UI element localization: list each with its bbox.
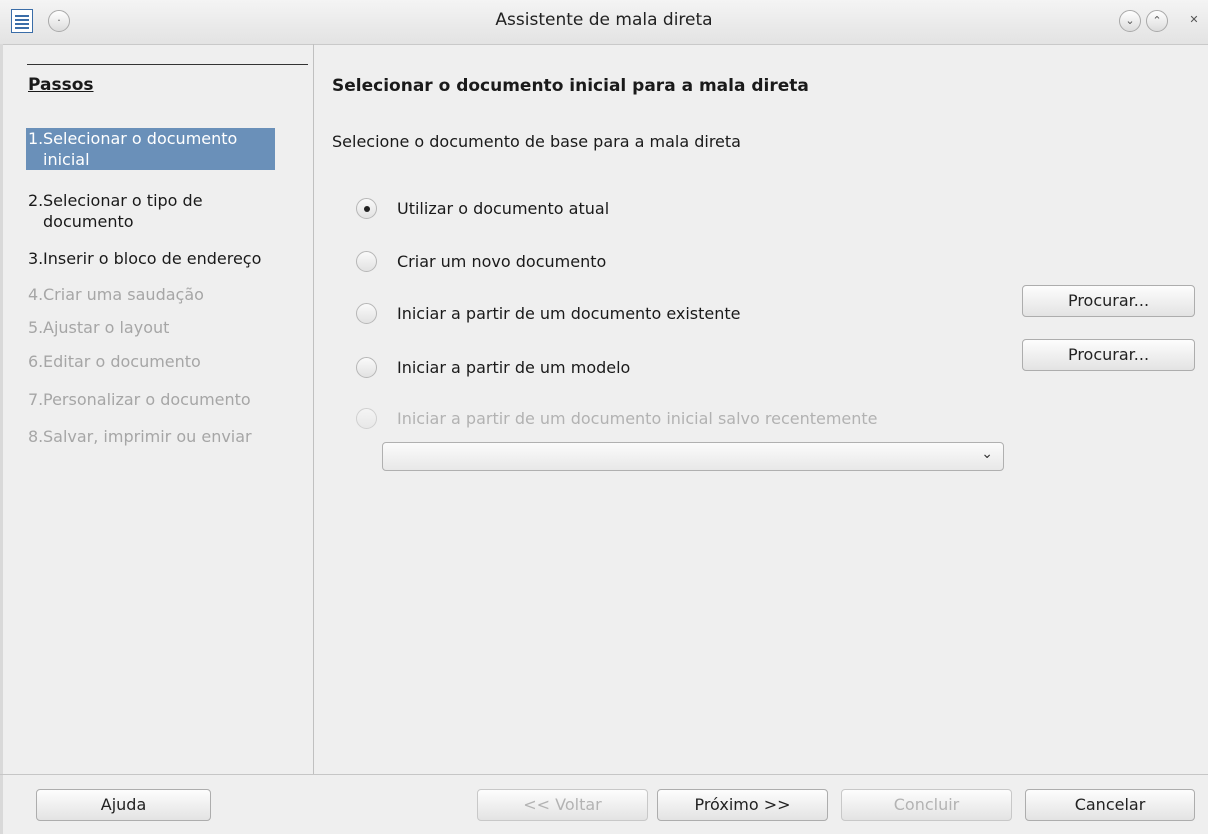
cancel-button[interactable]: Cancelar bbox=[1025, 789, 1195, 821]
page-title: Selecionar o documento inicial para a ma… bbox=[332, 76, 809, 96]
title-bar: · Assistente de mala direta ⌄ ⌃ ✕ bbox=[0, 0, 1208, 45]
option-existing-document[interactable]: Iniciar a partir de um documento existen… bbox=[356, 300, 741, 326]
finish-button[interactable]: Concluir bbox=[841, 789, 1012, 821]
step-number: 6. bbox=[28, 352, 44, 371]
option-current-document[interactable]: Utilizar o documento atual bbox=[356, 195, 609, 221]
step-item-5: 5. Ajustar o layout bbox=[28, 317, 280, 338]
radio-button[interactable] bbox=[356, 302, 377, 324]
step-number: 3. bbox=[28, 249, 44, 268]
option-label: Iniciar a partir de um documento inicial… bbox=[397, 408, 878, 428]
steps-title: Passos bbox=[28, 75, 94, 95]
step-item-4: 4. Criar uma saudação bbox=[28, 284, 280, 305]
maximize-icon[interactable]: ⌃ bbox=[1146, 10, 1168, 32]
step-label: Inserir o bloco de endereço bbox=[43, 249, 262, 268]
minimize-icon[interactable]: ⌄ bbox=[1119, 10, 1141, 32]
step-label: Selecionar o documento inicial bbox=[43, 129, 238, 169]
step-label: Selecionar o tipo de documento bbox=[43, 191, 203, 231]
close-icon[interactable]: ✕ bbox=[1183, 10, 1205, 32]
radio-button[interactable] bbox=[356, 356, 377, 378]
steps-panel: Passos 1. Selecionar o documento inicial… bbox=[0, 44, 313, 774]
radio-button[interactable] bbox=[356, 250, 377, 272]
step-label: Criar uma saudação bbox=[43, 285, 204, 304]
option-label: Iniciar a partir de um documento existen… bbox=[397, 303, 741, 323]
step-item-1[interactable]: 1. Selecionar o documento inicial bbox=[26, 128, 275, 170]
panel-divider bbox=[313, 44, 314, 774]
step-item-2[interactable]: 2. Selecionar o tipo de documento bbox=[28, 190, 280, 232]
step-label: Personalizar o documento bbox=[43, 390, 251, 409]
step-item-3[interactable]: 3. Inserir o bloco de endereço bbox=[28, 248, 280, 269]
step-number: 2. bbox=[28, 191, 44, 210]
step-item-8: 8. Salvar, imprimir ou enviar bbox=[28, 426, 280, 447]
step-number: 8. bbox=[28, 427, 44, 446]
browse-template-button[interactable]: Procurar... bbox=[1022, 339, 1195, 371]
step-number: 1. bbox=[28, 129, 44, 148]
radio-button bbox=[356, 407, 377, 429]
page-description: Selecione o documento de base para a mal… bbox=[332, 132, 741, 151]
option-label: Iniciar a partir de um modelo bbox=[397, 357, 631, 377]
window-title: Assistente de mala direta bbox=[495, 10, 713, 30]
step-label: Salvar, imprimir ou enviar bbox=[43, 427, 252, 446]
help-button[interactable]: Ajuda bbox=[36, 789, 211, 821]
footer-divider bbox=[0, 774, 1208, 775]
recent-documents-select[interactable]: ⌄ bbox=[382, 442, 1004, 471]
steps-divider bbox=[27, 64, 308, 65]
chevron-down-icon: ⌄ bbox=[981, 446, 993, 462]
back-button[interactable]: << Voltar bbox=[477, 789, 648, 821]
option-label: Criar um novo documento bbox=[397, 251, 607, 271]
step-item-6: 6. Editar o documento bbox=[28, 351, 280, 372]
radio-button[interactable] bbox=[356, 197, 377, 219]
option-new-document[interactable]: Criar um novo documento bbox=[356, 248, 606, 274]
step-number: 5. bbox=[28, 318, 44, 337]
step-item-7: 7. Personalizar o documento bbox=[28, 389, 280, 410]
step-label: Ajustar o layout bbox=[43, 318, 170, 337]
step-number: 7. bbox=[28, 390, 44, 409]
option-recent-document: Iniciar a partir de um documento inicial… bbox=[356, 405, 878, 431]
step-number: 4. bbox=[28, 285, 44, 304]
browse-existing-button[interactable]: Procurar... bbox=[1022, 285, 1195, 317]
next-button[interactable]: Próximo >> bbox=[657, 789, 828, 821]
option-label: Utilizar o documento atual bbox=[397, 198, 610, 218]
step-label: Editar o documento bbox=[43, 352, 201, 371]
option-template[interactable]: Iniciar a partir de um modelo bbox=[356, 354, 630, 380]
